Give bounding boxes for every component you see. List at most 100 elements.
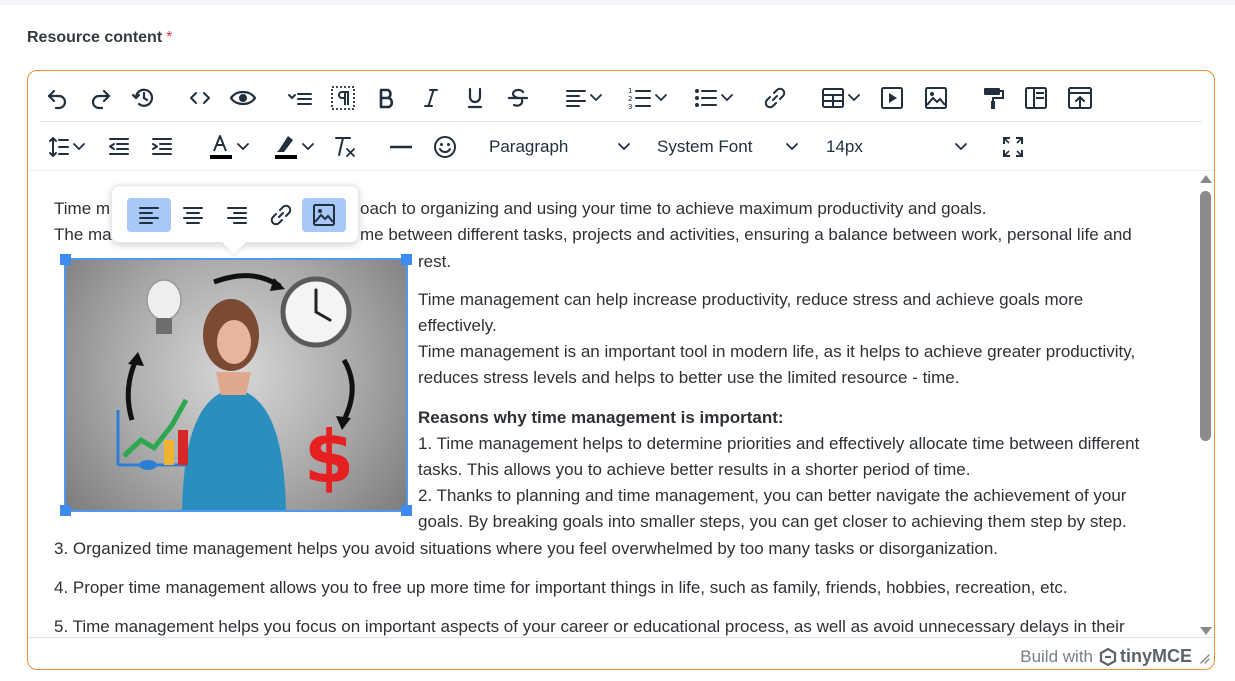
fullscreen-icon <box>1003 137 1023 157</box>
fullscreen-button[interactable] <box>996 130 1030 164</box>
text-line: tasks. This allows you to achieve better… <box>418 460 971 479</box>
text-line: Time management is an important tool in … <box>418 342 1136 361</box>
align-left-button[interactable] <box>127 198 171 232</box>
text-line: Time m <box>54 199 111 218</box>
resize-handle-se[interactable] <box>401 505 412 516</box>
line-height-icon <box>48 137 69 157</box>
format-painter-icon <box>984 88 1004 109</box>
strikethrough-button[interactable] <box>501 81 535 115</box>
export-button[interactable] <box>1063 81 1097 115</box>
editor-resize-icon[interactable] <box>1198 652 1210 664</box>
chevron-down-icon <box>301 143 314 151</box>
field-label-text: Resource content <box>27 29 163 46</box>
text-line: Time management can help increase produc… <box>418 290 1084 309</box>
table-dropdown[interactable] <box>815 81 865 115</box>
bold-button[interactable] <box>370 81 404 115</box>
clear-formatting-button[interactable] <box>328 130 362 164</box>
italic-button[interactable] <box>414 81 448 115</box>
line-height-dropdown[interactable] <box>40 130 90 164</box>
scroll-up-arrow[interactable] <box>1200 175 1212 183</box>
text-line: me between different tasks, projects and… <box>360 225 1132 244</box>
numbered-list-dropdown[interactable]: 123 <box>622 81 672 115</box>
block-format-value: Paragraph <box>489 137 569 156</box>
status-bar: Build with tinyMCE <box>28 637 1214 669</box>
time-management-illustration: $ <box>116 273 355 510</box>
emoticons-button[interactable] <box>428 130 462 164</box>
indent-icon <box>152 138 172 155</box>
image-link-button[interactable] <box>259 198 303 232</box>
image-options-button[interactable] <box>302 198 346 232</box>
undo-button[interactable] <box>40 81 74 115</box>
strikethrough-icon <box>507 88 529 107</box>
top-strip <box>0 0 1235 5</box>
indent-button[interactable] <box>145 130 179 164</box>
field-label: Resource content * <box>27 29 172 47</box>
toolbar-row-1: 123 <box>28 73 1214 121</box>
clear-format-icon <box>335 137 355 157</box>
styles-list-button[interactable] <box>283 81 317 115</box>
image-context-toolbar <box>111 185 359 255</box>
redo-button[interactable] <box>84 81 118 115</box>
rich-text-editor: 123 Paragraph System Font 14px Time m oa… <box>27 70 1215 670</box>
insert-image-button[interactable] <box>919 81 953 115</box>
align-right-button[interactable] <box>215 198 259 232</box>
required-mark: * <box>166 29 173 46</box>
chevron-down-icon <box>786 143 798 151</box>
highlight-icon <box>274 136 297 159</box>
svg-text:2: 2 <box>628 95 632 103</box>
toolbar-row-2: Paragraph System Font 14px <box>28 122 1214 170</box>
align-left-icon <box>139 207 159 224</box>
resize-handle-sw[interactable] <box>60 505 71 516</box>
outdent-icon <box>109 138 129 155</box>
link-icon <box>270 204 292 226</box>
underline-button[interactable] <box>458 81 492 115</box>
horizontal-line-button[interactable] <box>384 130 418 164</box>
align-icon <box>565 90 586 107</box>
visual-blocks-button[interactable] <box>326 81 360 115</box>
scroll-thumb[interactable] <box>1200 191 1211 441</box>
text-line: reduces stress levels and helps to bette… <box>418 368 960 387</box>
text-color-icon <box>209 135 232 159</box>
bullet-list-dropdown[interactable] <box>688 81 738 115</box>
align-dropdown[interactable] <box>558 81 608 115</box>
svg-text:1: 1 <box>628 87 632 95</box>
template-icon <box>1025 87 1047 109</box>
font-size-select[interactable]: 14px <box>820 130 974 164</box>
insert-media-button[interactable] <box>875 81 909 115</box>
branding-name: tinyMCE <box>1120 646 1192 666</box>
restore-draft-button[interactable] <box>126 81 162 115</box>
format-painter-button[interactable] <box>976 81 1010 115</box>
font-family-select[interactable]: System Font <box>651 130 805 164</box>
outdent-button[interactable] <box>102 130 136 164</box>
resize-handle-nw[interactable] <box>60 254 71 265</box>
highlight-color-dropdown[interactable] <box>265 130 321 164</box>
block-format-select[interactable]: Paragraph <box>483 130 637 164</box>
chevron-down-icon <box>955 143 967 151</box>
history-icon <box>131 88 154 107</box>
text-line: 1. Time management helps to determine pr… <box>418 434 1140 453</box>
insert-link-button[interactable] <box>758 81 792 115</box>
preview-button[interactable] <box>225 81 261 115</box>
image-icon <box>925 87 947 109</box>
align-right-icon <box>227 207 247 224</box>
template-button[interactable] <box>1019 81 1053 115</box>
bold-icon <box>379 88 394 109</box>
reasons-heading: Reasons why time management is important… <box>418 408 784 427</box>
export-icon <box>1068 87 1092 109</box>
source-code-button[interactable] <box>183 81 217 115</box>
resize-handle-ne[interactable] <box>401 254 412 265</box>
scroll-down-arrow[interactable] <box>1200 627 1212 635</box>
text-line: rest. <box>418 252 452 271</box>
text-color-dropdown[interactable] <box>200 130 256 164</box>
font-size-value: 14px <box>826 137 863 156</box>
content-scrollbar[interactable] <box>1196 171 1214 637</box>
chevron-down-icon <box>236 143 249 151</box>
align-center-button[interactable] <box>171 198 215 232</box>
branding-link[interactable]: Build with tinyMCE <box>1020 646 1192 667</box>
align-center-icon <box>183 207 203 224</box>
horizontal-rule-icon <box>390 145 412 149</box>
branding-prefix: Build with <box>1020 646 1093 666</box>
underline-icon <box>467 87 483 109</box>
selected-image[interactable]: $ <box>60 254 412 516</box>
tinymce-logo-icon <box>1099 647 1117 666</box>
